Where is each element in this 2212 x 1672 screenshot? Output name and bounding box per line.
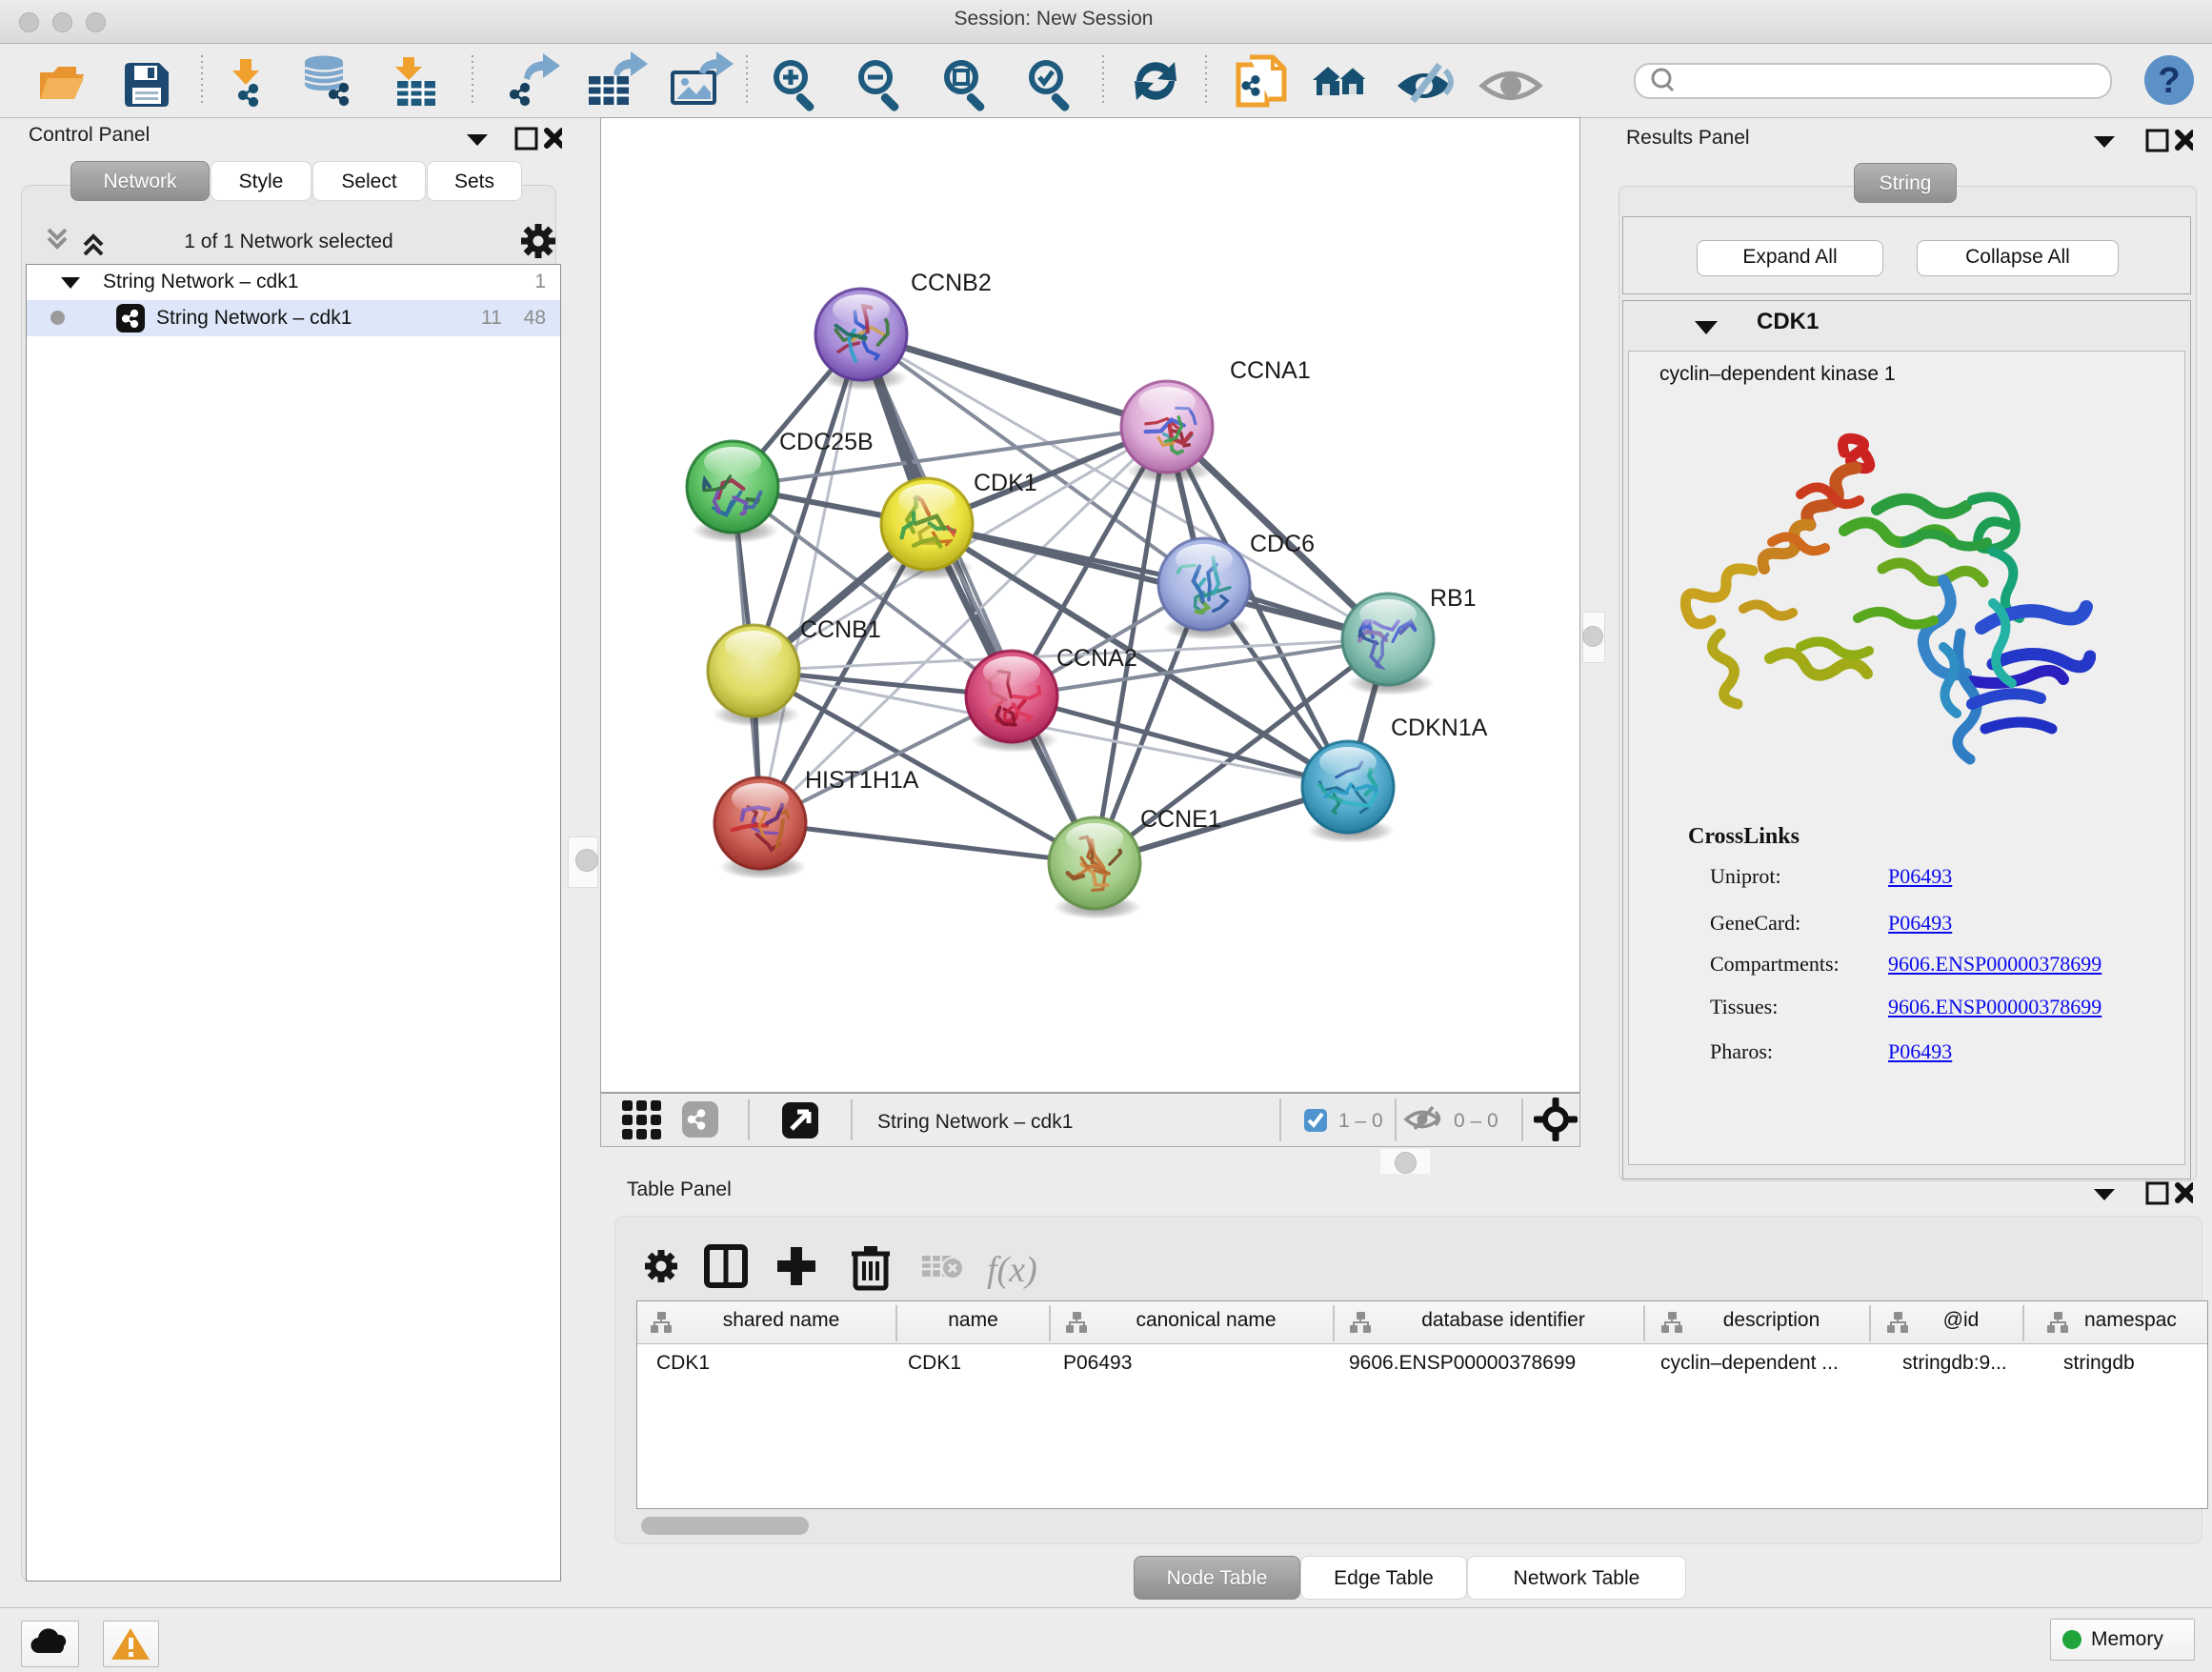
svg-text:CCNA2: CCNA2 [1056, 645, 1137, 672]
svg-text:RB1: RB1 [1430, 585, 1477, 612]
svg-text:CDKN1A: CDKN1A [1391, 715, 1488, 741]
svg-text:f(x): f(x) [987, 1250, 1037, 1290]
svg-text:CDC6: CDC6 [1250, 531, 1315, 557]
svg-text:?: ? [2158, 61, 2180, 101]
svg-text:CCNB2: CCNB2 [911, 270, 992, 296]
svg-text:CCNA1: CCNA1 [1230, 357, 1311, 384]
svg-text:CCNE1: CCNE1 [1140, 806, 1221, 833]
svg-text:CDC25B: CDC25B [779, 429, 874, 455]
svg-text:0 – 0: 0 – 0 [1454, 1110, 1498, 1132]
svg-text:1 – 0: 1 – 0 [1338, 1110, 1383, 1132]
svg-text:String Network – cdk1: String Network – cdk1 [877, 1111, 1073, 1133]
svg-text:CCNB1: CCNB1 [800, 616, 881, 643]
svg-text:CDK1: CDK1 [974, 470, 1037, 496]
svg-text:HIST1H1A: HIST1H1A [805, 767, 919, 794]
